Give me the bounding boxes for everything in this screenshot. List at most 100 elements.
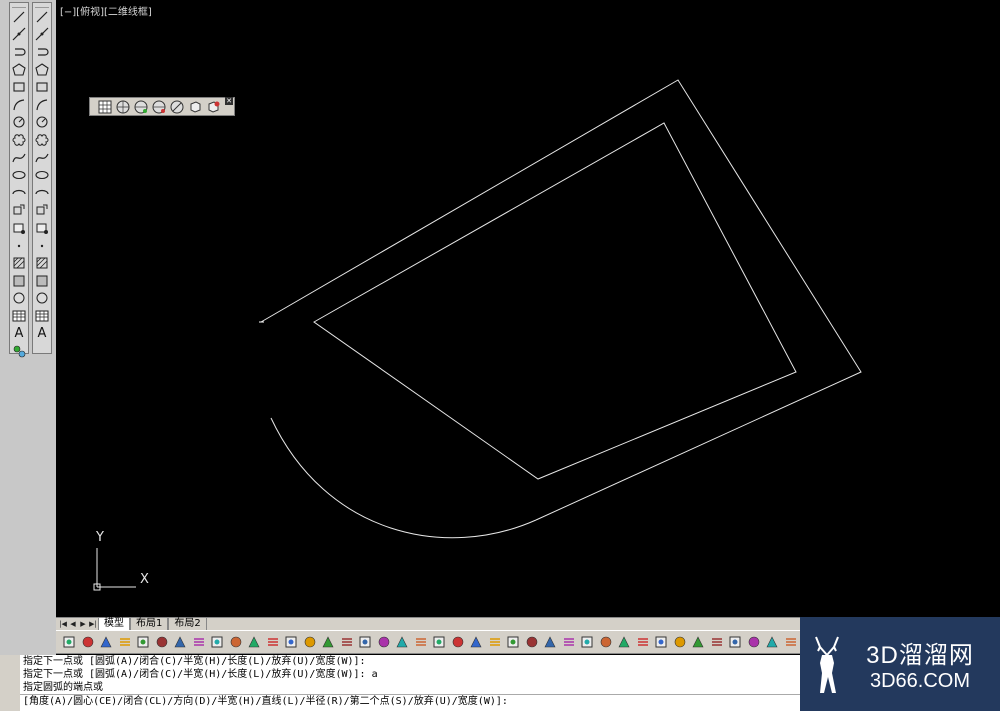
orbit-icon[interactable] <box>168 99 186 114</box>
spline-icon[interactable] <box>10 149 28 167</box>
circle-icon[interactable] <box>33 114 51 132</box>
toolbar-tool-icon[interactable] <box>726 633 745 651</box>
toolbar-tool-icon[interactable] <box>541 633 560 651</box>
region-icon[interactable] <box>33 290 51 308</box>
toolbar-tool-icon[interactable] <box>79 633 98 651</box>
drawing-area[interactable]: [−][俯视][二维线框] Y X <box>56 0 1000 617</box>
first-tab-icon[interactable]: |◀ <box>58 619 68 629</box>
grid-view-icon[interactable] <box>96 99 114 114</box>
gradient-icon[interactable] <box>10 272 28 290</box>
toolbar-tool-icon[interactable] <box>356 633 375 651</box>
multiline-text-icon[interactable]: A <box>33 325 51 343</box>
toolbar-tool-icon[interactable] <box>689 633 708 651</box>
toolbar-tool-icon[interactable] <box>153 633 172 651</box>
toolbar-tool-icon[interactable] <box>227 633 246 651</box>
globe-add-icon[interactable] <box>132 99 150 114</box>
ellipse-icon[interactable] <box>10 166 28 184</box>
view-floating-toolbar[interactable]: ✕ <box>89 97 235 116</box>
table-icon[interactable] <box>10 307 28 325</box>
hatch-icon[interactable] <box>10 254 28 272</box>
polyline-icon[interactable] <box>33 43 51 61</box>
toolbar-tool-icon[interactable] <box>301 633 320 651</box>
cube-view-icon[interactable] <box>186 99 204 114</box>
point-icon[interactable] <box>10 237 28 255</box>
toolbar-tool-icon[interactable] <box>486 633 505 651</box>
toolbar-tool-icon[interactable] <box>375 633 394 651</box>
insert-block-icon[interactable] <box>33 202 51 220</box>
ucs-icon <box>93 548 136 591</box>
tab-layout2[interactable]: 布局2 <box>168 618 207 630</box>
toolbar-tool-icon[interactable] <box>449 633 468 651</box>
toolbar-tool-icon[interactable] <box>338 633 357 651</box>
toolbar-tool-icon[interactable] <box>467 633 486 651</box>
multiline-text-icon[interactable]: A <box>10 325 28 343</box>
construction-line-icon[interactable] <box>33 26 51 44</box>
circle-icon[interactable] <box>10 114 28 132</box>
point-icon[interactable] <box>33 237 51 255</box>
spline-icon[interactable] <box>33 149 51 167</box>
revision-cloud-icon[interactable] <box>10 131 28 149</box>
toolbar-tool-icon[interactable] <box>652 633 671 651</box>
tab-layout1[interactable]: 布局1 <box>130 618 169 630</box>
toolbar-tool-icon[interactable] <box>430 633 449 651</box>
make-block-icon[interactable] <box>10 219 28 237</box>
toolbar-tool-icon[interactable] <box>60 633 79 651</box>
polygon-icon[interactable] <box>10 61 28 79</box>
command-dock-handle[interactable] <box>0 655 20 711</box>
toolbar-tool-icon[interactable] <box>745 633 764 651</box>
prev-tab-icon[interactable]: ◀ <box>68 619 78 629</box>
toolbar-tool-icon[interactable] <box>171 633 190 651</box>
globe-icon[interactable] <box>114 99 132 114</box>
insert-block-icon[interactable] <box>10 202 28 220</box>
toolbar-tool-icon[interactable] <box>264 633 283 651</box>
toolbar-tool-icon[interactable] <box>412 633 431 651</box>
toolbar-tool-icon[interactable] <box>671 633 690 651</box>
toolbar-tool-icon[interactable] <box>97 633 116 651</box>
toolbar-tool-icon[interactable] <box>190 633 209 651</box>
hatch-icon[interactable] <box>33 254 51 272</box>
add-selected-icon[interactable] <box>10 342 28 360</box>
toolbar-tool-icon[interactable] <box>116 633 135 651</box>
gradient-icon[interactable] <box>33 272 51 290</box>
toolbar-tool-icon[interactable] <box>208 633 227 651</box>
toolbar-tool-icon[interactable] <box>245 633 264 651</box>
tab-model[interactable]: 模型 <box>98 618 130 630</box>
toolbar-tool-icon[interactable] <box>782 633 801 651</box>
region-icon[interactable] <box>10 290 28 308</box>
revision-cloud-icon[interactable] <box>33 131 51 149</box>
polygon-icon[interactable] <box>33 61 51 79</box>
toolbar-tool-icon[interactable] <box>319 633 338 651</box>
toolbar-tool-icon[interactable] <box>615 633 634 651</box>
toolbar-tool-icon[interactable] <box>504 633 523 651</box>
table-icon[interactable] <box>33 307 51 325</box>
ellipse-arc-icon[interactable] <box>10 184 28 202</box>
ellipse-arc-icon[interactable] <box>33 184 51 202</box>
rectangle-icon[interactable] <box>10 78 28 96</box>
polyline-icon[interactable] <box>10 43 28 61</box>
rectangle-icon[interactable] <box>33 78 51 96</box>
line-icon[interactable] <box>33 8 51 26</box>
make-block-icon[interactable] <box>33 219 51 237</box>
toolbar-tool-icon[interactable] <box>708 633 727 651</box>
toolbar-tool-icon[interactable] <box>393 633 412 651</box>
construction-line-icon[interactable] <box>10 26 28 44</box>
toolbar-tool-icon[interactable] <box>597 633 616 651</box>
ellipse-icon[interactable] <box>33 166 51 184</box>
close-icon[interactable]: ✕ <box>225 97 233 105</box>
toolbar-tool-icon[interactable] <box>560 633 579 651</box>
ucs-y-label: Y <box>96 530 104 545</box>
toolbar-tool-icon[interactable] <box>763 633 782 651</box>
toolbar-tool-icon[interactable] <box>523 633 542 651</box>
next-tab-icon[interactable]: ▶ <box>78 619 88 629</box>
arc-icon[interactable] <box>33 96 51 114</box>
globe-remove-icon[interactable] <box>150 99 168 114</box>
cube-remove-icon[interactable] <box>204 99 222 114</box>
toolbar-tool-icon[interactable] <box>578 633 597 651</box>
line-icon[interactable] <box>10 8 28 26</box>
last-tab-icon[interactable]: ▶| <box>88 619 98 629</box>
toolbar-tool-icon[interactable] <box>134 633 153 651</box>
toolbar-tool-icon[interactable] <box>634 633 653 651</box>
watermark-logo: 3D溜溜网 3D66.COM <box>800 617 1000 711</box>
toolbar-tool-icon[interactable] <box>282 633 301 651</box>
arc-icon[interactable] <box>10 96 28 114</box>
